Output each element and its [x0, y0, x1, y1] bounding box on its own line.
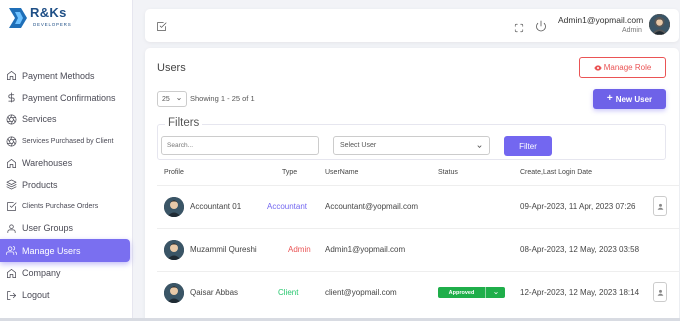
users-icon: [5, 245, 17, 257]
sidebar-item-payment-confirmations[interactable]: Payment Confirmations: [0, 87, 130, 109]
column-header-dates: Create,Last Login Date: [520, 169, 592, 176]
top-navbar: Admin1@yopmail.com Admin: [145, 9, 679, 42]
sidebar-item-label: Services Purchased by Client: [22, 137, 114, 145]
check-square-icon[interactable]: [156, 19, 167, 37]
sidebar-item-label: Company: [22, 268, 61, 279]
logout-icon: [5, 289, 17, 301]
avatar: [164, 283, 184, 303]
sidebar-item-payment-methods[interactable]: Payment Methods: [0, 65, 130, 87]
user-action-button[interactable]: [653, 282, 667, 302]
search-input[interactable]: [161, 136, 319, 155]
table-row: Muzammil Qureshi Admin Admin1@yopmail.co…: [157, 228, 679, 271]
user-name: Qaisar Abbas: [190, 288, 239, 297]
user-dates: 09-Apr-2023, 11 Apr, 2023 07:26: [520, 202, 636, 211]
user-dates: 12-Apr-2023, 12 May, 2023 18:14: [520, 288, 640, 297]
user-type: Client: [278, 288, 299, 297]
avatar: [164, 240, 184, 260]
avatar[interactable]: [649, 14, 670, 35]
sidebar-item-services-purchased[interactable]: Services Purchased by Client: [0, 130, 130, 152]
chevron-down-icon: [177, 97, 181, 101]
sidebar-item-label: Services: [22, 114, 57, 125]
user-dates: 08-Apr-2023, 12 May, 2023 03:58: [520, 245, 640, 254]
fullscreen-icon[interactable]: [514, 20, 524, 38]
sidebar-item-label: Warehouses: [22, 158, 73, 169]
manage-role-label: Manage Role: [603, 63, 652, 72]
user-type: Accountant: [267, 202, 308, 211]
user-username: Admin1@yopmail.com: [325, 245, 406, 254]
dollar-icon: [5, 92, 17, 104]
user-icon: [657, 203, 663, 210]
sidebar-item-label: Products: [22, 179, 58, 190]
power-icon[interactable]: [535, 19, 547, 37]
brand-tagline: DEVELOPERS: [33, 22, 72, 27]
home-icon: [5, 70, 17, 82]
user-name: Muzammil Qureshi: [190, 245, 257, 254]
sidebar: R&Ks DEVELOPERS Payment Methods Payment …: [0, 0, 133, 321]
sidebar-item-company[interactable]: Company: [0, 262, 130, 284]
chevron-down-icon: [485, 287, 505, 298]
column-header-username: UserName: [325, 169, 359, 176]
users-card: Users Manage Role + New User 25 Showing …: [145, 48, 679, 321]
manage-role-button[interactable]: Manage Role: [579, 57, 666, 78]
avatar: [164, 197, 184, 217]
plus-icon: +: [606, 93, 613, 104]
user-type: Admin: [288, 245, 311, 254]
select-user-label: Select User: [340, 142, 377, 149]
column-header-status: Status: [438, 169, 458, 176]
filters-legend: Filters: [165, 117, 203, 129]
eye-icon: [594, 64, 602, 71]
page-size-select[interactable]: 25: [157, 91, 187, 107]
brand-name: R&Ks: [30, 5, 67, 20]
user-username: client@yopmail.com: [325, 288, 397, 297]
filter-button[interactable]: Filter: [504, 136, 552, 156]
logo-icon: [9, 8, 27, 28]
table-row: Qaisar Abbas Client client@yopmail.com A…: [157, 271, 679, 314]
sidebar-item-manage-users[interactable]: Manage Users: [0, 239, 130, 263]
page-title: Users: [157, 62, 186, 74]
layers-icon: [5, 179, 17, 191]
select-user-dropdown[interactable]: Select User: [333, 136, 490, 155]
page-size-value: 25: [162, 95, 170, 103]
check-square-icon: [5, 201, 17, 213]
sidebar-item-label: Manage Users: [22, 245, 81, 256]
showing-text: Showing 1 - 25 of 1: [190, 94, 255, 103]
sidebar-item-label: User Groups: [22, 223, 74, 234]
home-icon: [5, 267, 17, 279]
column-header-type: Type: [282, 169, 298, 176]
sidebar-item-warehouses[interactable]: Warehouses: [0, 152, 130, 174]
user-icon: [5, 222, 17, 234]
table-row: Accountant 01 Accountant Accountant@yopm…: [157, 185, 679, 228]
home-icon: [5, 157, 17, 169]
user-role: Admin: [622, 27, 642, 34]
sidebar-item-label: Clients Purchase Orders: [22, 203, 99, 211]
sidebar-item-services[interactable]: Services: [0, 109, 130, 131]
status-badge: Approved: [448, 289, 475, 296]
sidebar-item-products[interactable]: Products: [0, 174, 130, 196]
sidebar-item-label: Logout: [22, 290, 50, 301]
brand-logo[interactable]: R&Ks DEVELOPERS: [7, 4, 77, 34]
new-user-label: New User: [615, 94, 653, 104]
user-icon: [657, 289, 663, 296]
user-action-button[interactable]: [653, 196, 667, 216]
sidebar-item-logout[interactable]: Logout: [0, 284, 130, 306]
new-user-button[interactable]: + New User: [593, 89, 666, 109]
status-dropdown[interactable]: Approved: [438, 287, 505, 298]
chevron-down-icon: [477, 145, 482, 148]
sidebar-item-label: Payment Confirmations: [22, 92, 116, 103]
user-username: Accountant@yopmail.com: [325, 202, 419, 211]
aperture-icon: [5, 135, 17, 147]
user-name: Accountant 01: [190, 202, 242, 211]
user-email[interactable]: Admin1@yopmail.com: [558, 15, 643, 25]
sidebar-item-clients-purchase-orders[interactable]: Clients Purchase Orders: [0, 196, 130, 218]
sidebar-item-label: Payment Methods: [22, 70, 95, 81]
sidebar-item-user-groups[interactable]: User Groups: [0, 218, 130, 240]
aperture-icon: [5, 113, 17, 125]
sidebar-nav: Payment Methods Payment Confirmations Se…: [0, 65, 130, 306]
column-header-profile: Profile: [164, 169, 184, 176]
